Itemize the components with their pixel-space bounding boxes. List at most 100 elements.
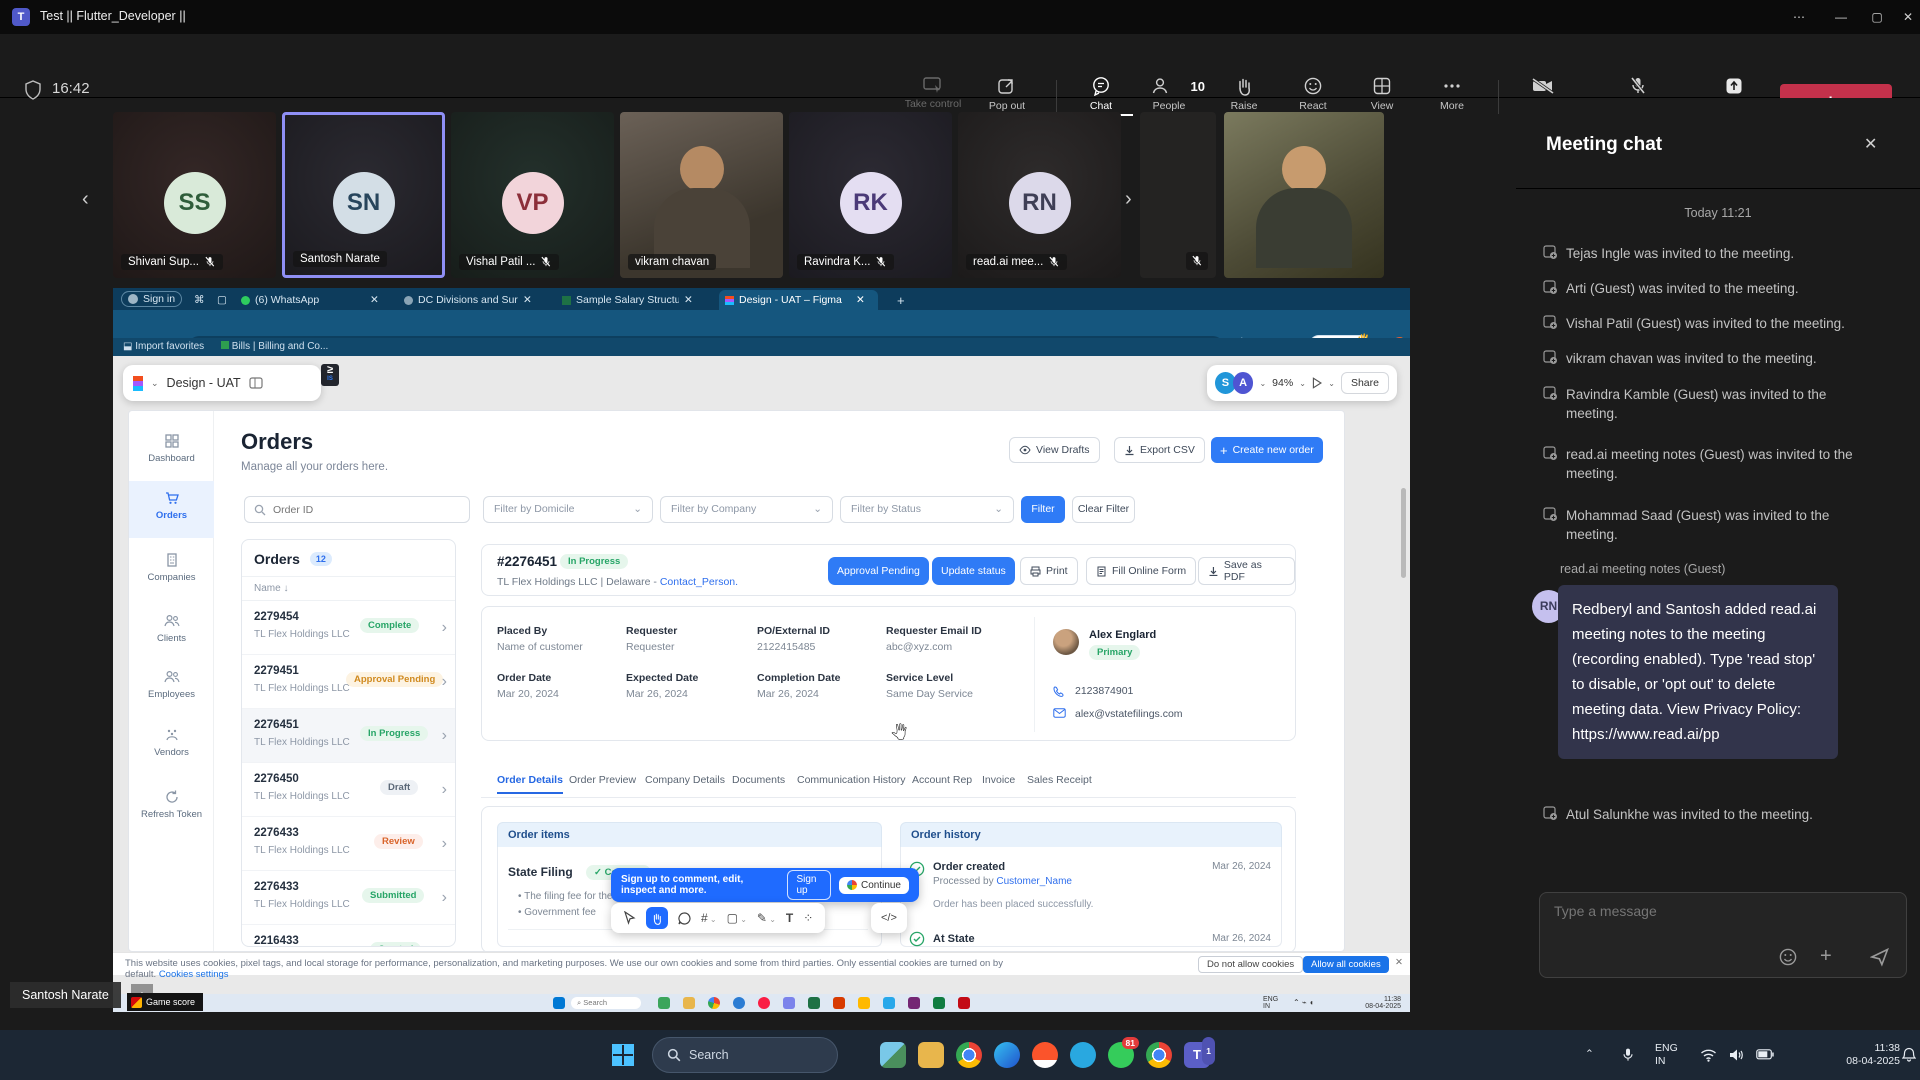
tray-notifications-icon[interactable]	[1902, 1047, 1916, 1063]
filter-company-select[interactable]: Filter by Company⌄	[660, 496, 833, 523]
present-chevron-icon[interactable]: ⌄	[1328, 379, 1335, 388]
import-favorites-item[interactable]: ⬓ Import favorites	[123, 341, 204, 352]
order-row[interactable]: 2276433 TL Flex Holdings LLC Submitted ›	[242, 871, 455, 925]
filter-domicile-select[interactable]: Filter by Domicile⌄	[483, 496, 653, 523]
chat-close-icon[interactable]: ✕	[1864, 134, 1877, 154]
deny-cookies-button[interactable]: Do not allow cookies	[1198, 956, 1303, 973]
shared-taskbar-icon[interactable]	[658, 997, 670, 1009]
tab-order-preview[interactable]: Order Preview	[569, 774, 636, 786]
contact-person-link[interactable]: Contact_Person.	[660, 576, 738, 588]
dev-mode-toggle[interactable]: </>	[871, 903, 907, 933]
shared-taskbar-icon[interactable]	[808, 997, 820, 1009]
order-id-search[interactable]	[244, 496, 470, 523]
component-tool-icon[interactable]: ⁘	[803, 911, 813, 925]
tab-close-icon[interactable]: ✕	[523, 294, 532, 306]
send-icon[interactable]	[1870, 947, 1890, 967]
order-id-input[interactable]	[273, 504, 443, 516]
present-icon[interactable]	[1312, 377, 1322, 389]
browser-tab[interactable]: DC Divisions and Surroundings✕	[398, 290, 545, 310]
pop-out-button[interactable]: Pop out	[975, 76, 1039, 112]
google-continue-button[interactable]: Continue	[839, 877, 909, 894]
participant-tile-video[interactable]: vikram chavan	[620, 112, 783, 278]
tab-order-details[interactable]: Order Details	[497, 774, 563, 794]
tab-invoice[interactable]: Invoice	[982, 774, 1015, 786]
participant-tile[interactable]: VP Vishal Patil ...	[451, 112, 614, 278]
taskbar-icon-brave[interactable]	[1032, 1042, 1058, 1068]
shared-taskbar-icon[interactable]	[683, 997, 695, 1009]
tab-documents[interactable]: Documents	[732, 774, 785, 786]
tab-sales-receipt[interactable]: Sales Receipt	[1027, 774, 1092, 786]
sidebar-item-clients[interactable]: Clients	[129, 613, 214, 644]
tab-close-icon[interactable]: ✕	[370, 294, 379, 306]
order-row[interactable]: 2276433 TL Flex Holdings LLC Review ›	[242, 817, 455, 871]
participant-tile[interactable]: RN read.ai mee...	[958, 112, 1121, 278]
taskbar-icon-edge[interactable]	[994, 1042, 1020, 1068]
update-status-button[interactable]: Update status	[932, 557, 1015, 585]
tray-battery-icon[interactable]	[1756, 1049, 1774, 1060]
tray-volume-icon[interactable]	[1728, 1048, 1744, 1062]
order-row-selected[interactable]: 2276451 TL Flex Holdings LLC In Progress…	[242, 709, 455, 763]
tray-language[interactable]: ENGIN	[1655, 1042, 1678, 1068]
shared-taskbar-icon[interactable]	[758, 997, 770, 1009]
new-tab-icon[interactable]: +	[891, 290, 911, 310]
contact-email[interactable]: alex@vstatefilings.com	[1075, 708, 1183, 720]
shared-taskbar-icon[interactable]	[833, 997, 845, 1009]
zoom-chevron-icon[interactable]: ⌄	[1299, 379, 1306, 388]
sidebar-item-employees[interactable]: Employees	[129, 669, 214, 700]
pen-tool-icon[interactable]: ✎ ⌄	[757, 911, 776, 925]
print-button[interactable]: Print	[1020, 557, 1078, 585]
taskbar-search[interactable]: Search	[652, 1037, 838, 1073]
tiles-scroll-right-icon[interactable]: ›	[1125, 188, 1132, 211]
shared-taskbar-icon[interactable]	[783, 997, 795, 1009]
titlebar-more-icon[interactable]: ⋯	[1784, 8, 1814, 26]
participant-tile-partial[interactable]	[1140, 112, 1216, 278]
taskbar-icon-telegram[interactable]	[1070, 1042, 1096, 1068]
more-button[interactable]: More	[1420, 76, 1484, 112]
bookmark-item[interactable]: Bills | Billing and Co...	[221, 341, 328, 352]
zoom-level[interactable]: 94%	[1272, 377, 1293, 389]
shared-taskbar-icon[interactable]	[958, 997, 970, 1009]
game-score-overlay[interactable]: Game score	[127, 993, 203, 1011]
participant-tile-speaking[interactable]: SN Santosh Narate	[282, 112, 445, 278]
browser-signin-button[interactable]: Sign in	[121, 291, 182, 307]
save-as-pdf-button[interactable]: Save as PDF	[1198, 557, 1295, 585]
sidebar-item-refresh-token[interactable]: Refresh Token	[129, 789, 214, 820]
filter-button[interactable]: Filter	[1021, 496, 1065, 523]
hand-tool-icon-active[interactable]	[646, 907, 668, 929]
chat-input-box[interactable]: +	[1539, 892, 1907, 978]
tray-clock[interactable]: 11:3808-04-2025	[1838, 1042, 1900, 1068]
order-row[interactable]: 2279454 TL Flex Holdings LLC Complete ›	[242, 601, 455, 655]
taskbar-icon-chrome-2[interactable]	[1146, 1042, 1172, 1068]
figma-share-button[interactable]: Share	[1341, 372, 1389, 394]
attach-plus-icon[interactable]: +	[1820, 945, 1832, 968]
allow-cookies-button[interactable]: Allow all cookies	[1303, 956, 1389, 973]
cookies-settings-link[interactable]: Cookies settings	[159, 969, 229, 980]
react-button[interactable]: React	[1281, 76, 1345, 112]
list-column-header[interactable]: Name ↓	[242, 576, 455, 601]
taskbar-icon-teams[interactable]: T1	[1184, 1042, 1210, 1068]
tab-company-details[interactable]: Company Details	[645, 774, 725, 786]
emoji-icon[interactable]	[1778, 947, 1798, 967]
move-tool-icon[interactable]	[623, 911, 636, 925]
tab-account-rep[interactable]: Account Rep	[912, 774, 972, 786]
order-row[interactable]: 2276450 TL Flex Holdings LLC Draft ›	[242, 763, 455, 817]
taskbar-icon-photos[interactable]	[880, 1042, 906, 1068]
tray-mic-icon[interactable]	[1620, 1046, 1636, 1064]
cookie-close-icon[interactable]: ✕	[1395, 957, 1403, 968]
shared-taskbar-icon[interactable]	[708, 997, 720, 1009]
filter-status-select[interactable]: Filter by Status⌄	[840, 496, 1014, 523]
raise-hand-button[interactable]: Raise	[1212, 76, 1276, 112]
shared-taskbar-icon[interactable]	[733, 997, 745, 1009]
collaborator-avatar[interactable]: A	[1233, 372, 1254, 394]
people-button[interactable]: 10 People	[1133, 76, 1205, 112]
tab-close-icon[interactable]: ✕	[684, 294, 693, 306]
shared-taskbar-icon[interactable]	[858, 997, 870, 1009]
figma-menu-chevron-icon[interactable]: ⌄	[151, 378, 159, 389]
browser-tab[interactable]: (6) WhatsApp✕	[235, 290, 392, 310]
browser-tab[interactable]: Sample Salary Structure with calc✕	[556, 290, 706, 310]
tray-expand-icon[interactable]: ⌃	[1585, 1048, 1594, 1061]
view-button[interactable]: View	[1350, 76, 1414, 112]
sidebar-item-vendors[interactable]: Vendors	[129, 727, 214, 758]
customer-name-link[interactable]: Customer_Name	[996, 876, 1072, 887]
minimize-button[interactable]: —	[1826, 8, 1856, 26]
